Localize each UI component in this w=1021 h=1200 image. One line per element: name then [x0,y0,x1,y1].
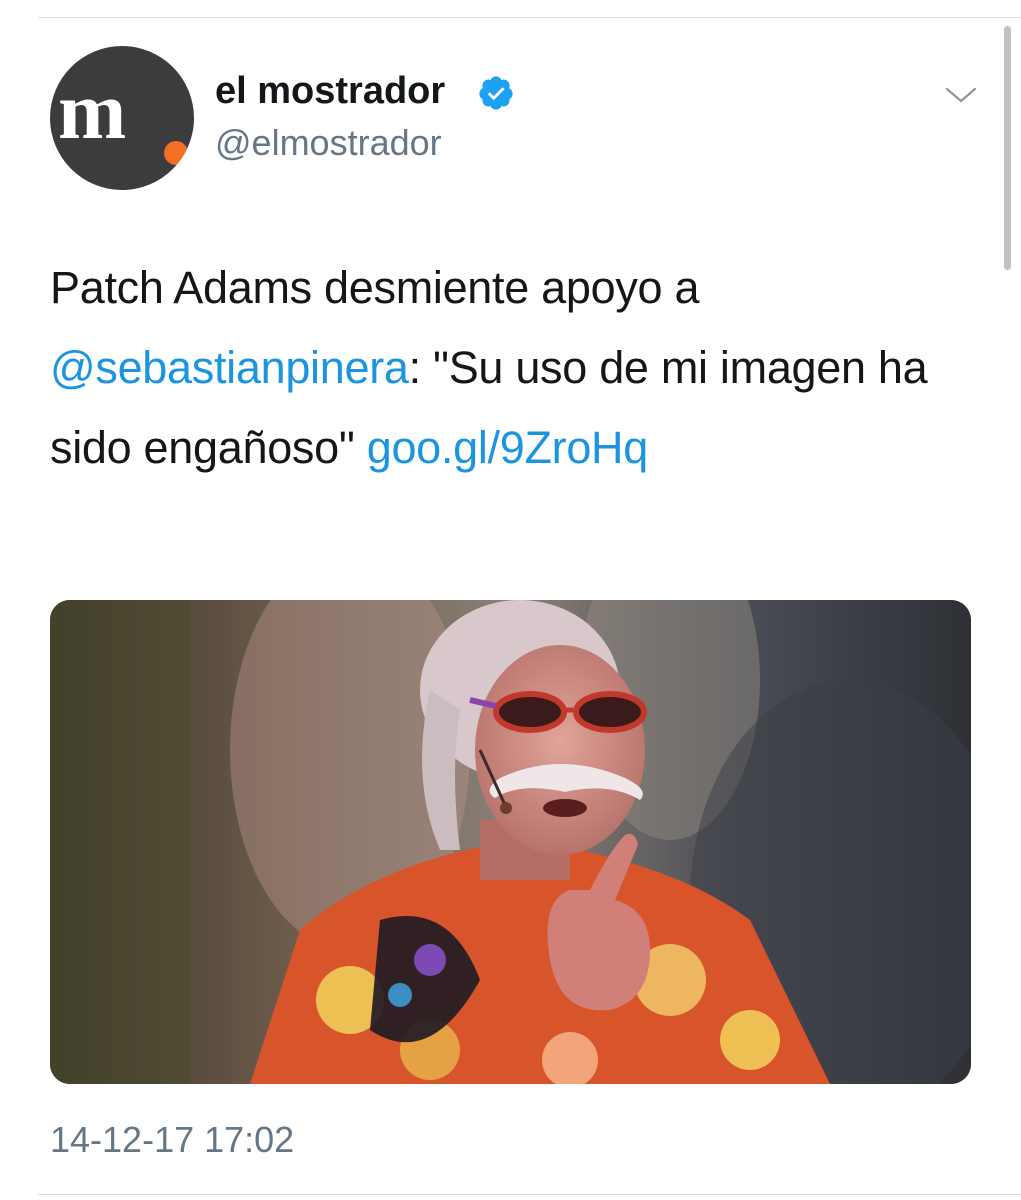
tweet-text-start: Patch Adams desmiente apoyo a [50,262,700,313]
scrollbar[interactable] [1004,26,1011,270]
url-link[interactable]: goo.gl/​9ZroHq [367,422,649,473]
photo-illustration [50,600,971,1084]
chevron-down-icon[interactable] [944,84,978,106]
display-name[interactable]: el mostrador [215,68,445,114]
top-divider [38,17,1021,18]
bottom-divider [38,1194,1021,1195]
account-handle[interactable]: @elmostrador [215,121,442,165]
verified-badge-icon [479,76,513,110]
mention-link[interactable]: @sebastianpinera [50,342,409,393]
tweet-photo[interactable] [50,600,971,1084]
avatar[interactable]: m [50,46,194,190]
avatar-logo-text: m [58,65,126,156]
tweet-timestamp[interactable]: 14-12-17 17:02 [50,1118,294,1162]
tweet-text: Patch Adams desmiente apoyo a @sebastian… [50,248,980,488]
avatar-logo-dot [164,141,188,165]
